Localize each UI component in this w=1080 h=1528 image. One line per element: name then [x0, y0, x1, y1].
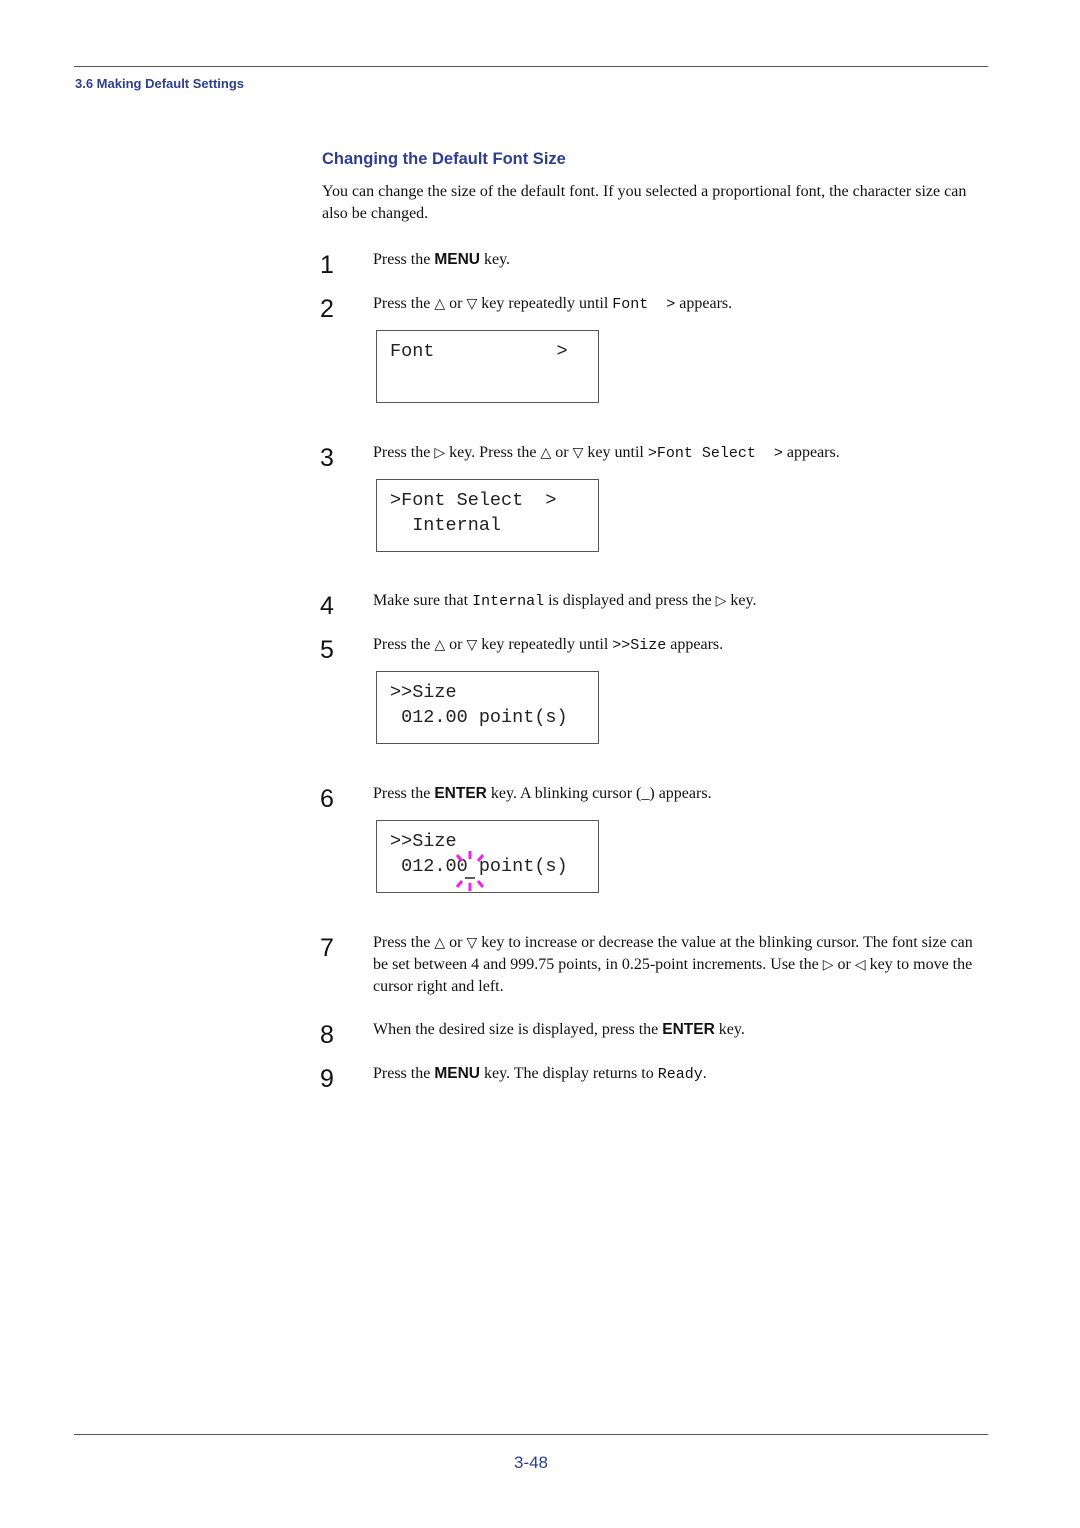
text: key.: [714, 1021, 745, 1038]
up-triangle-icon: △: [434, 935, 446, 951]
page-number: 3-48: [513, 1453, 549, 1472]
up-triangle-icon: △: [434, 637, 446, 653]
lcd-line-1: >>Size: [390, 831, 457, 852]
text: or: [833, 956, 855, 973]
text: Press the: [373, 636, 435, 653]
text: .: [702, 1065, 707, 1082]
enter-key-label: ENTER: [434, 785, 487, 802]
right-triangle-icon: ▷: [715, 593, 727, 609]
code-text: >>Size: [612, 637, 667, 654]
lcd-line-2: 012.00 point(s): [390, 707, 568, 728]
lcd-display: >Font Select > Internal: [376, 479, 599, 552]
step-number: 4: [320, 592, 334, 620]
text: Press the: [373, 934, 435, 951]
text: or: [445, 934, 467, 951]
step-7-text: Press the △ or ▽ key to increase or decr…: [373, 932, 988, 998]
text: key repeatedly until: [477, 295, 613, 312]
text: key.: [479, 251, 511, 268]
text: key repeatedly until: [477, 636, 613, 653]
text: Press the: [373, 785, 435, 802]
text: Press the: [373, 444, 435, 461]
text: appears.: [782, 444, 840, 461]
step-number: 9: [320, 1065, 334, 1093]
enter-key-label: ENTER: [662, 1021, 715, 1038]
menu-key-label: MENU: [434, 1065, 480, 1082]
text: appears.: [666, 636, 724, 653]
text: Press the: [373, 295, 435, 312]
menu-key-label: MENU: [434, 251, 480, 268]
step-5-text: Press the △ or ▽ key repeatedly until >>…: [373, 634, 988, 657]
step-9-text: Press the MENU key. The display returns …: [373, 1063, 988, 1086]
up-triangle-icon: △: [540, 445, 552, 461]
step-4-text: Make sure that Internal is displayed and…: [373, 590, 988, 613]
lcd-display: >>Size 012.00 point(s): [376, 820, 599, 893]
up-triangle-icon: △: [434, 296, 446, 312]
section-header: 3.6 Making Default Settings: [75, 76, 245, 91]
down-triangle-icon: ▽: [466, 296, 478, 312]
text: Make sure that: [373, 592, 473, 609]
step-number: 6: [320, 785, 334, 813]
text: key.: [726, 592, 757, 609]
lcd-line-1: Font >: [390, 341, 568, 362]
section-heading: Changing the Default Font Size: [322, 150, 566, 168]
text: or: [551, 444, 573, 461]
right-triangle-icon: ▷: [822, 957, 834, 973]
footer-rule: [74, 1434, 988, 1435]
step-3-text: Press the ▷ key. Press the △ or ▽ key un…: [373, 442, 988, 465]
code-text: Font >: [612, 296, 676, 313]
lcd-line-1: >>Size: [390, 682, 457, 703]
step-number: 8: [320, 1021, 334, 1049]
lcd-display: Font >: [376, 330, 599, 403]
lcd-line-1: >Font Select >: [390, 490, 557, 511]
text: key. The display returns to: [479, 1065, 658, 1082]
intro-paragraph: You can change the size of the default f…: [322, 183, 967, 222]
right-triangle-icon: ▷: [434, 445, 446, 461]
code-text: Internal: [472, 593, 545, 610]
down-triangle-icon: ▽: [466, 637, 478, 653]
text: Press the: [373, 1065, 435, 1082]
step-number: 1: [320, 251, 334, 279]
text: Press the: [373, 251, 435, 268]
step-number: 7: [320, 934, 334, 962]
text: When the desired size is displayed, pres…: [373, 1021, 663, 1038]
step-6-text: Press the ENTER key. A blinking cursor (…: [373, 783, 988, 805]
code-text: >Font Select >: [647, 445, 783, 462]
text: key. A blinking cursor (_) appears.: [486, 785, 712, 802]
down-triangle-icon: ▽: [572, 445, 584, 461]
text: is displayed and press the: [544, 592, 716, 609]
text: or: [445, 295, 467, 312]
lcd-display: >>Size 012.00 point(s): [376, 671, 599, 744]
text: key. Press the: [445, 444, 541, 461]
text: appears.: [675, 295, 733, 312]
step-number: 5: [320, 636, 334, 664]
left-triangle-icon: ◁: [854, 957, 866, 973]
lcd-line-2: Internal: [390, 515, 502, 536]
code-text: Ready: [657, 1066, 703, 1083]
blinking-cursor-icon: [455, 851, 485, 891]
step-number: 3: [320, 444, 334, 472]
text: key until: [583, 444, 648, 461]
step-1-text: Press the MENU key.: [373, 249, 988, 271]
step-8-text: When the desired size is displayed, pres…: [373, 1019, 988, 1041]
step-2-text: Press the △ or ▽ key repeatedly until Fo…: [373, 293, 988, 316]
down-triangle-icon: ▽: [466, 935, 478, 951]
header-rule: [74, 66, 988, 67]
step-number: 2: [320, 295, 334, 323]
text: or: [445, 636, 467, 653]
